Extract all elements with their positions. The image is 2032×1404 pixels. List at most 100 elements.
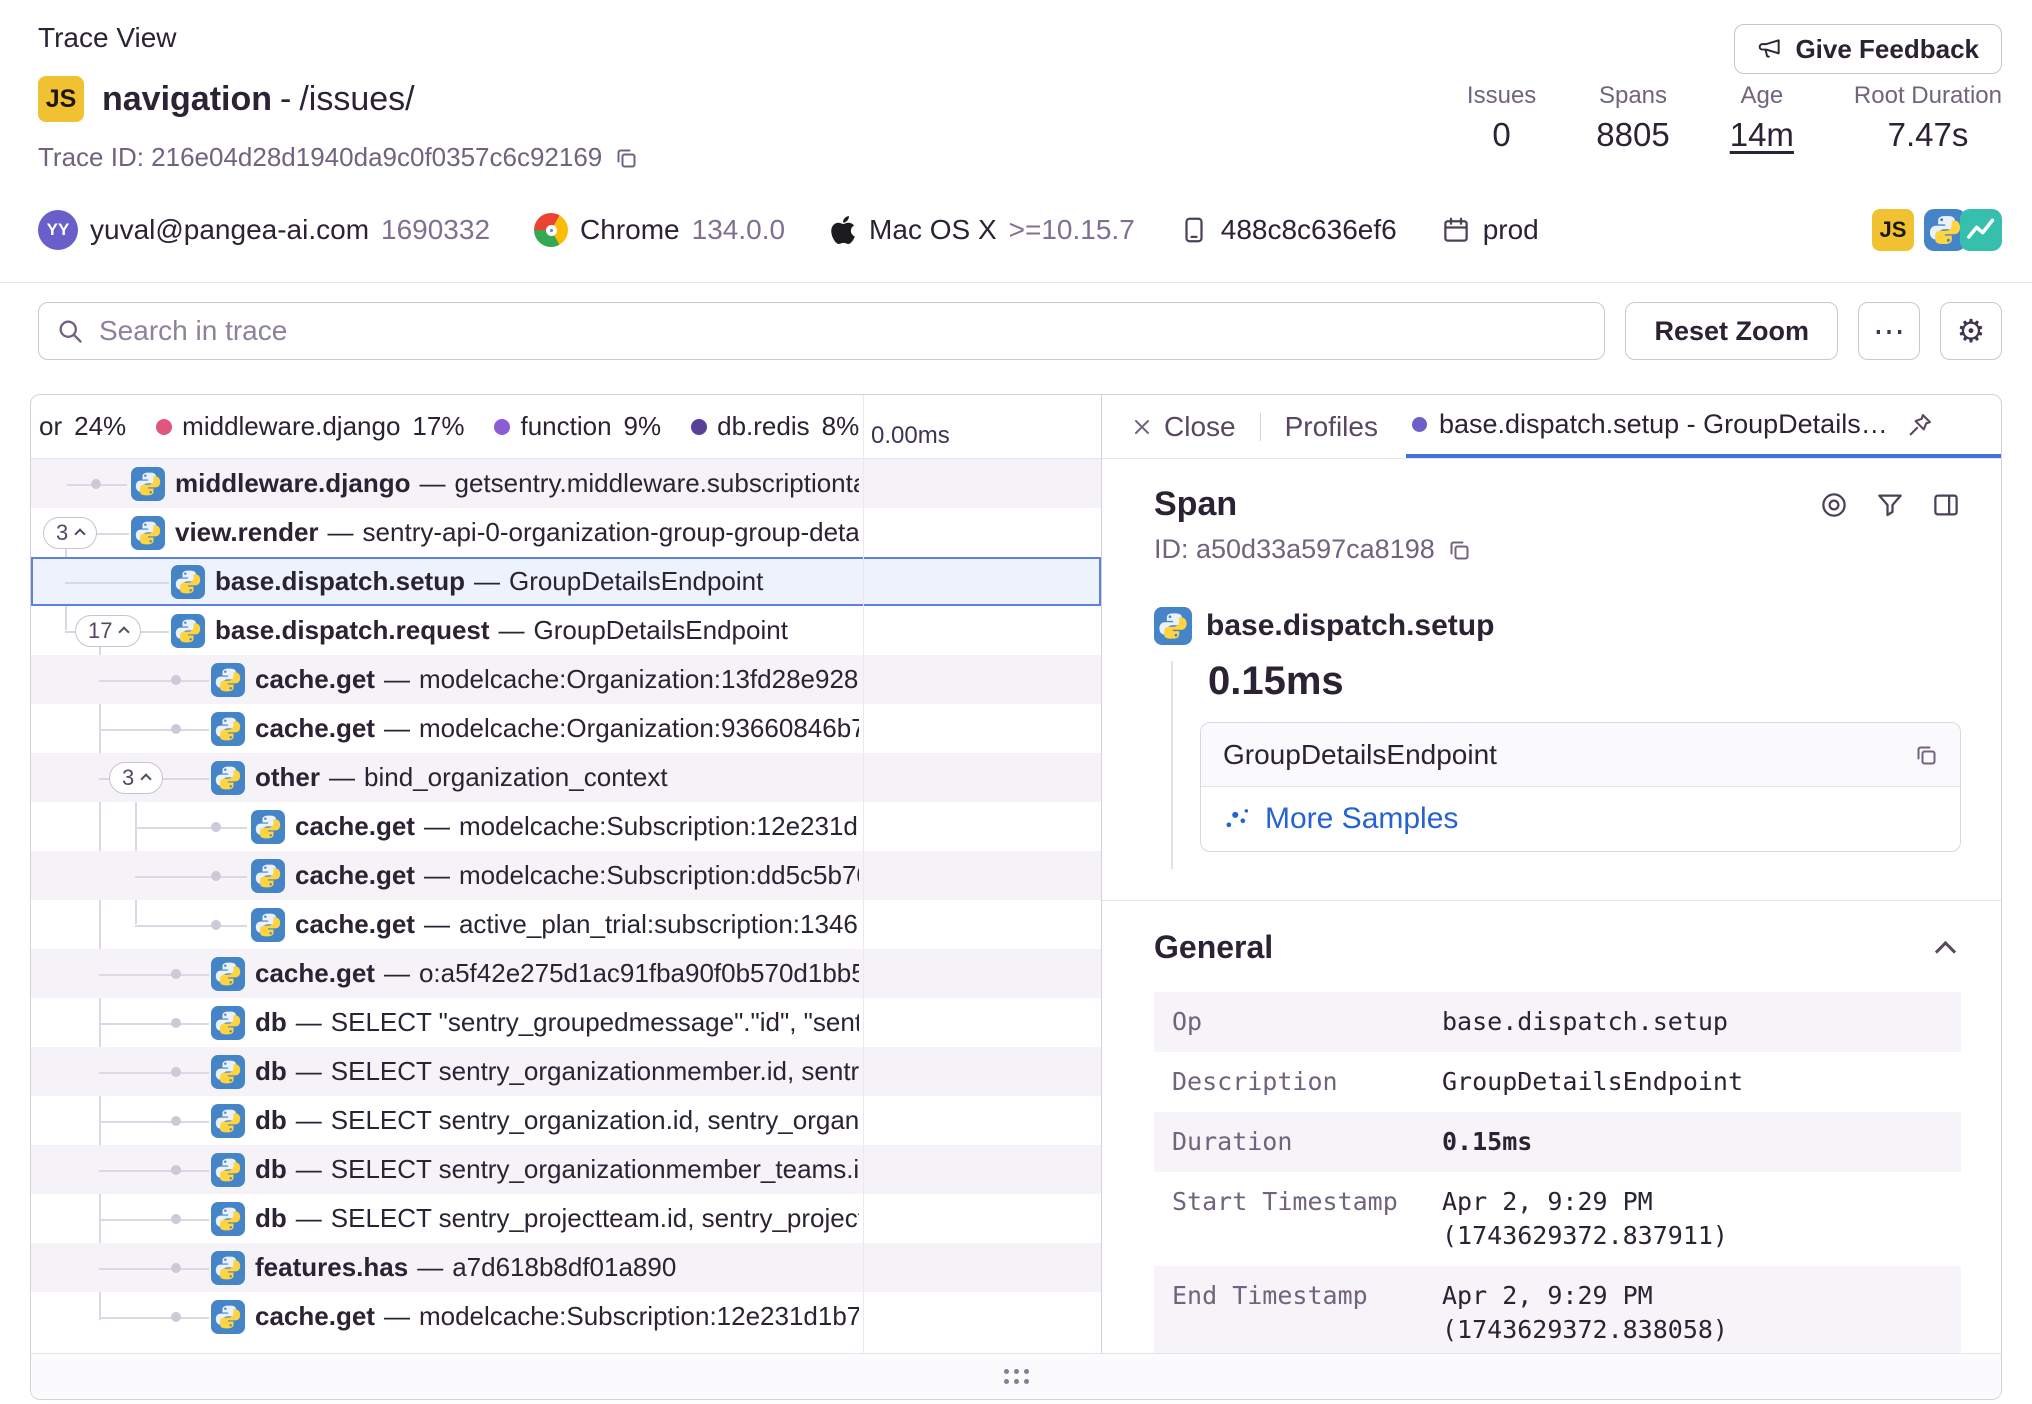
span-summary: base.dispatch.setup 0.15ms GroupDetailsE… [1154, 607, 1961, 852]
os-meta: Mac OS X >=10.15.7 [829, 214, 1135, 246]
give-feedback-button[interactable]: Give Feedback [1734, 24, 2002, 74]
python-icon [211, 1104, 245, 1138]
tab-span-details[interactable]: base.dispatch.setup - GroupDetails… [1406, 395, 2001, 458]
search-icon [56, 317, 84, 345]
expand-badge[interactable]: 17 [75, 615, 141, 647]
collapse-chevron-icon[interactable] [1935, 941, 1956, 962]
span-row[interactable]: cache.get—modelcache:Subscription:12e231… [31, 1292, 1101, 1341]
span-row[interactable]: cache.get—modelcache:Subscription:dd5c5b… [31, 851, 1101, 900]
span-row[interactable]: middleware.django—getsentry.middleware.s… [31, 459, 1101, 508]
legend-item[interactable]: function 9% [494, 411, 661, 442]
span-actions [1819, 490, 1961, 520]
stat-root-duration: Root Duration 7.47s [1854, 82, 2002, 154]
tree-node-dot [211, 822, 221, 832]
span-row[interactable]: cache.get—modelcache:Organization:936608… [31, 704, 1101, 753]
legend-dot [156, 419, 172, 435]
ellipsis-icon: ⋯ [1873, 315, 1905, 347]
tree-node-dot [171, 724, 181, 734]
header-divider [0, 282, 2032, 283]
filter-funnel-icon[interactable] [1875, 490, 1905, 520]
expand-badge[interactable]: 3 [43, 517, 97, 549]
python-icon [211, 712, 245, 746]
python-icon [211, 1300, 245, 1334]
user-id: 1690332 [381, 214, 490, 246]
copy-icon[interactable] [614, 146, 638, 170]
legend-dot [494, 419, 510, 435]
trace-view-app: Trace View Give Feedback JS navigation-/… [0, 0, 2032, 1404]
table-row: End Timestamp Apr 2, 9:29 PM(1743629372.… [1154, 1266, 1961, 1353]
general-section-heading: General [1154, 929, 1273, 966]
transaction-title: navigation-/issues/ [102, 80, 415, 119]
page-title: Trace View [38, 22, 177, 54]
close-icon [1130, 415, 1154, 439]
ops-legend: or 24% middleware.django 17% function 9% [31, 411, 859, 442]
tree-node-dot [171, 1116, 181, 1126]
stat-spans: Spans 8805 [1596, 82, 1669, 154]
span-row[interactable]: cache.get—modelcache:Subscription:12e231… [31, 802, 1101, 851]
python-icon [211, 1006, 245, 1040]
legend-item[interactable]: or 24% [39, 411, 126, 442]
overflow-menu-button[interactable]: ⋯ [1858, 302, 1920, 360]
profiling-platform-icon [1960, 209, 2002, 251]
focus-target-icon[interactable] [1819, 490, 1849, 520]
span-op-name: base.dispatch.setup [1206, 609, 1494, 643]
span-row[interactable]: cache.get—modelcache:Organization:13fd28… [31, 655, 1101, 704]
span-row[interactable]: db—SELECT sentry_organizationmember.id, … [31, 1047, 1101, 1096]
user-email: yuval@pangea-ai.com [90, 214, 369, 246]
reset-zoom-button[interactable]: Reset Zoom [1625, 302, 1838, 360]
span-row[interactable]: db—SELECT sentry_organizationmember_team… [31, 1145, 1101, 1194]
tree-node-dot [171, 969, 181, 979]
span-tree-pane: or 24% middleware.django 17% function 9% [31, 395, 1101, 1353]
trace-meta-row: YY yuval@pangea-ai.com 1690332 Chrome 13… [38, 204, 2002, 256]
chevron-up-icon [141, 773, 152, 784]
more-samples-link[interactable]: More Samples [1265, 802, 1458, 836]
copy-icon[interactable] [1914, 743, 1938, 767]
tree-node-dot [171, 675, 181, 685]
general-table: Op base.dispatch.setup Description Group… [1154, 992, 1961, 1353]
transaction-title-row: JS navigation-/issues/ [38, 76, 415, 122]
legend-item[interactable]: db.redis 8% [691, 411, 859, 442]
expand-badge[interactable]: 3 [109, 762, 163, 794]
span-row[interactable]: 3 other—bind_organization_context [31, 753, 1101, 802]
span-row[interactable]: 3 view.render—sentry-api-0-organization-… [31, 508, 1101, 557]
span-row[interactable]: features.has—a7d618b8df01a890 [31, 1243, 1101, 1292]
give-feedback-label: Give Feedback [1795, 34, 1979, 65]
copy-icon[interactable] [1447, 538, 1471, 562]
pin-icon[interactable] [1906, 411, 1934, 439]
waterfall-divider[interactable] [863, 395, 864, 1353]
table-row: Start Timestamp Apr 2, 9:29 PM(174362937… [1154, 1172, 1961, 1266]
span-row[interactable]: db—SELECT sentry_projectteam.id, sentry_… [31, 1194, 1101, 1243]
table-row: Op base.dispatch.setup [1154, 992, 1961, 1052]
span-row[interactable]: cache.get—active_plan_trial:subscription… [31, 900, 1101, 949]
trace-id: Trace ID: 216e04d28d1940da9c0f0357c6c921… [38, 142, 638, 173]
tab-profiles[interactable]: Profiles [1285, 411, 1378, 443]
megaphone-icon [1757, 36, 1783, 62]
span-row-selected[interactable]: base.dispatch.setup—GroupDetailsEndpoint [31, 557, 1101, 606]
apple-icon [829, 214, 857, 246]
ops-breakdown-header: or 24% middleware.django 17% function 9% [31, 395, 1101, 459]
browser-meta: Chrome 134.0.0 [534, 213, 785, 247]
tree-node-dot [171, 1018, 181, 1028]
span-row[interactable]: db—SELECT "sentry_groupedmessage"."id", … [31, 998, 1101, 1047]
drag-handle[interactable] [1004, 1369, 1029, 1384]
sidebar-layout-icon[interactable] [1931, 490, 1961, 520]
span-row[interactable]: 17 base.dispatch.request—GroupDetailsEnd… [31, 606, 1101, 655]
settings-button[interactable]: ⚙ [1940, 302, 2002, 360]
python-icon [1154, 607, 1192, 645]
avatar: YY [38, 210, 78, 250]
legend-dot [691, 419, 707, 435]
span-description-card: GroupDetailsEndpoint More Samples [1200, 722, 1961, 852]
python-icon [211, 761, 245, 795]
span-row[interactable]: cache.get—o:a5f42e275d1ac91fba90f0b570d1… [31, 949, 1101, 998]
python-icon [131, 516, 165, 550]
legend-item[interactable]: middleware.django 17% [156, 411, 464, 442]
python-icon [171, 614, 205, 648]
tree-node-dot [211, 871, 221, 881]
chevron-up-icon [119, 626, 130, 637]
python-icon [211, 1153, 245, 1187]
platform-icons: JS [1872, 209, 2002, 251]
span-row[interactable]: db—SELECT sentry_organization.id, sentry… [31, 1096, 1101, 1145]
section-divider [1102, 900, 2001, 901]
close-drawer-button[interactable]: Close [1130, 411, 1236, 443]
search-input[interactable] [38, 302, 1605, 360]
